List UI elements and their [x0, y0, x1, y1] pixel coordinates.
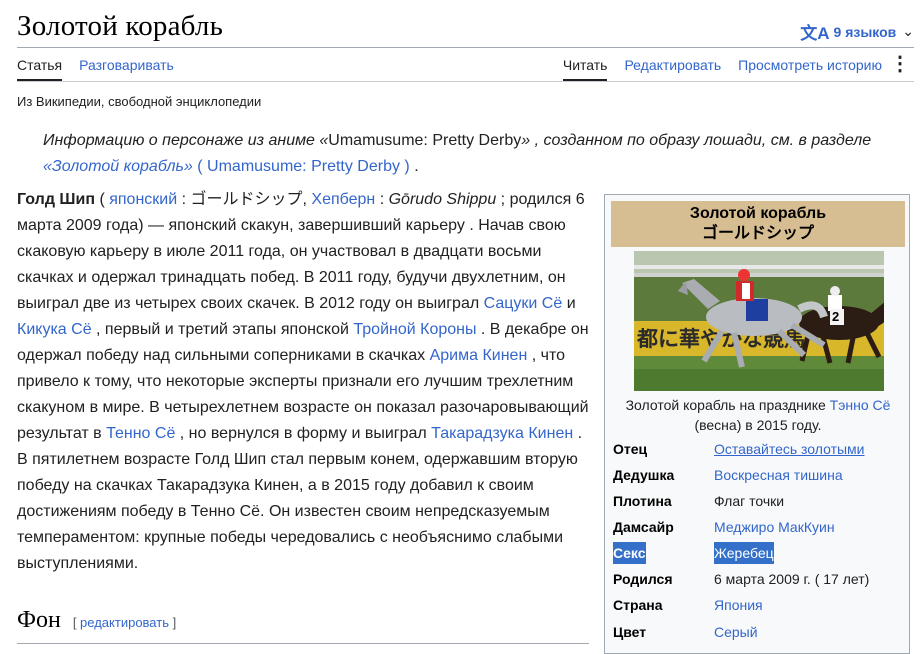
tab-talk[interactable]: Разговаривать: [79, 57, 174, 81]
languages-count: 9 языков: [833, 23, 897, 40]
infobox-title-japanese: ゴールドシップ: [701, 225, 814, 242]
lead-text: (: [95, 191, 110, 208]
row-label-selected: Секс: [613, 542, 646, 564]
tab-read[interactable]: Читать: [562, 57, 608, 81]
infobox-row-sex: Секс Жеребец: [613, 542, 909, 564]
page-title: Золотой корабль: [17, 10, 224, 42]
infobox-row-sire: Отец Оставайтесь золотыми: [613, 438, 909, 460]
link-arima-kinen[interactable]: Арима Кинен: [430, 347, 528, 364]
infobox-title: Золотой корабль: [689, 205, 827, 222]
chevron-down-icon: ⌄: [902, 23, 914, 39]
site-tagline: Из Википедии, свободной энциклопедии: [17, 94, 262, 109]
link-satsuki-sho[interactable]: Сацуки Сё: [484, 295, 563, 312]
hatnote: Информацию о персонаже из аниме «Umamusu…: [43, 128, 898, 180]
lead-text: , первый и третий этапы японской: [91, 321, 354, 338]
saddlecloth-number: 2: [832, 309, 839, 324]
section-heading: Фон [ редактировать ]: [17, 607, 176, 634]
caption-link-tenno-sho[interactable]: Тэнно Сё: [830, 397, 891, 413]
infobox-row-grandsire: Дедушка Воскресная тишина: [613, 464, 909, 486]
link-triple-crown[interactable]: Тройной Короны: [353, 321, 476, 338]
more-menu-icon[interactable]: ⋮: [890, 53, 910, 75]
infobox-row-colour: Цвет Серый: [613, 621, 909, 643]
section-divider: [17, 643, 589, 644]
namespace-tabs: Статья Разговаривать: [17, 57, 174, 81]
image-caption: Золотой корабль на празднике Тэнно Сё (ве…: [611, 395, 905, 435]
section-title: Фон: [17, 607, 61, 633]
infobox-row-country: Страна Япония: [613, 594, 909, 616]
link-kikuka-sho[interactable]: Кикука Сё: [17, 321, 92, 338]
lead-text: :: [375, 191, 389, 208]
view-tabs: Читать Редактировать Просмотреть историю: [562, 57, 882, 81]
section-edit: [ редактировать ]: [72, 615, 177, 630]
sex-link-selected[interactable]: Жеребец: [714, 542, 774, 564]
infobox-row-dam: Плотина Флаг точки: [613, 490, 909, 512]
caption-text: Золотой корабль на празднике: [625, 397, 830, 413]
link-hepburn[interactable]: Хепберн: [311, 191, 375, 208]
title-divider: [17, 47, 914, 48]
link-japanese[interactable]: японский: [109, 191, 177, 208]
lead-text: ; родился 6 марта 2009 года) — японский …: [17, 191, 585, 312]
row-label: Плотина: [613, 493, 672, 509]
tab-edit[interactable]: Редактировать: [624, 57, 721, 81]
romaji-name: Gōrudo Shippu: [388, 191, 497, 208]
row-label: Отец: [613, 441, 648, 457]
tab-article[interactable]: Статья: [17, 57, 63, 81]
lead-paragraph: Голд Шип ( японский : ゴールドシップ, Хепберн :…: [17, 187, 589, 577]
lead-text: и: [562, 295, 576, 312]
colour-link[interactable]: Серый: [714, 621, 758, 643]
hatnote-link[interactable]: «Золотой корабль»: [43, 158, 193, 175]
language-selector[interactable]: 文A 9 языков ⌄: [800, 19, 914, 44]
lead-text: : ゴールドシップ,: [177, 191, 312, 208]
grandsire-link[interactable]: Воскресная тишина: [714, 464, 843, 486]
hatnote-text: .: [409, 158, 419, 175]
infobox-header: Золотой корабль ゴールドシップ: [611, 201, 905, 247]
lead-text: . В пятилетнем возрасте Голд Шип стал пе…: [17, 425, 583, 572]
caption-text: (весна) в 2015 году.: [694, 417, 822, 433]
hatnote-text: Информацию о персонаже из аниме «: [43, 132, 329, 149]
link-tenno-sho[interactable]: Тенно Сё: [106, 425, 175, 442]
damsire-link[interactable]: Меджиро МакКуин: [714, 516, 835, 538]
tab-history[interactable]: Просмотреть историю: [738, 57, 882, 81]
infobox-row-born: Родился 6 марта 2009 г. ( 17 лет): [613, 568, 909, 590]
dam-value: Флаг точки: [714, 493, 785, 509]
row-label: Дамсайр: [613, 519, 674, 535]
hatnote-anime-title: Umamusume: Pretty Derby: [328, 132, 522, 149]
hatnote-text: » , созданном по образу лошади, см. в ра…: [521, 132, 872, 149]
row-label: Страна: [613, 597, 663, 613]
subject-name: Голд Шип: [17, 191, 95, 208]
sire-link[interactable]: Оставайтесь золотыми: [714, 438, 865, 460]
translate-icon: 文A: [800, 24, 830, 43]
lead-text: , но вернулся в форму и выиграл: [175, 425, 432, 442]
section-edit-link[interactable]: редактировать: [80, 615, 169, 630]
infobox-row-damsire: Дамсайр Меджиро МакКуин: [613, 516, 909, 538]
row-label: Родился: [613, 571, 673, 587]
infobox: Золотой корабль ゴールドシップ 都に華やかな競馬 2 Золот…: [604, 194, 910, 654]
row-label: Цвет: [613, 624, 647, 640]
link-takarazuka-kinen[interactable]: Такарадзука Кинен: [431, 425, 573, 442]
row-label: Дедушка: [613, 467, 675, 483]
born-value: 6 марта 2009 г. ( 17 лет): [714, 571, 870, 587]
country-link[interactable]: Япония: [714, 594, 763, 616]
hatnote-link-disambig[interactable]: ( Umamusume: Pretty Derby ): [197, 158, 409, 175]
tabs-divider: [17, 81, 914, 82]
horse-race-photo[interactable]: 都に華やかな競馬 2: [634, 251, 884, 391]
